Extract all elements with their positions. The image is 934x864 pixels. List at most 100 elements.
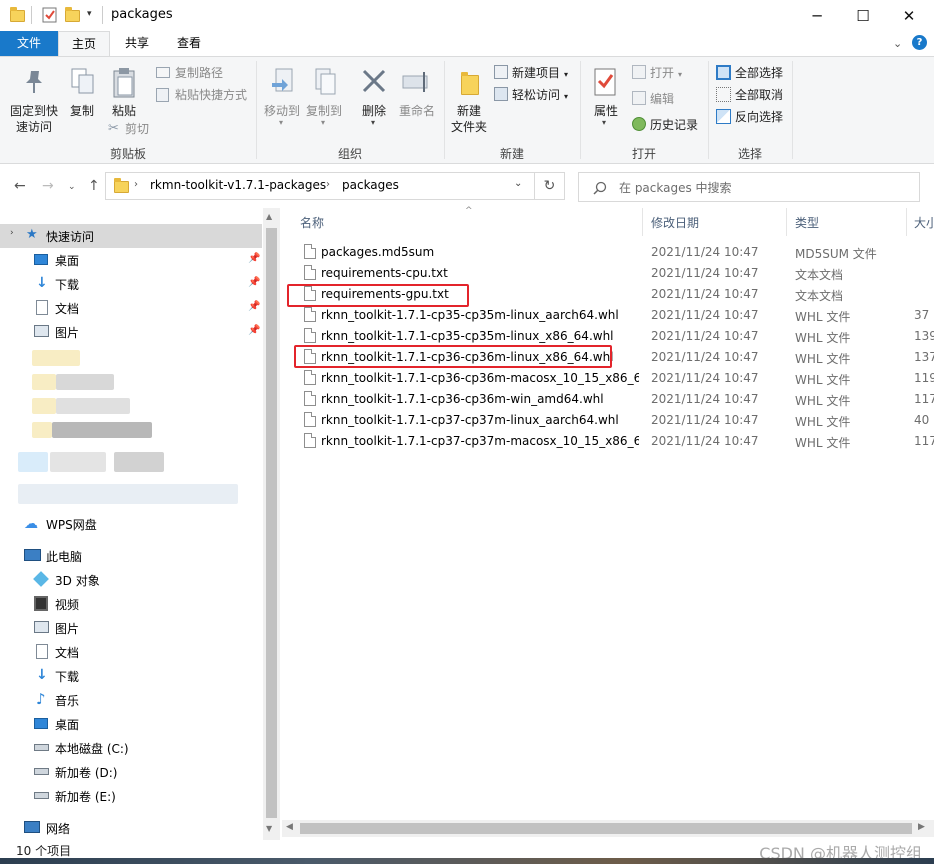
history-icon xyxy=(632,117,646,131)
sidebar-item-pictures-pc[interactable]: 图片 xyxy=(0,616,262,640)
sidebar-item-documents-pc[interactable]: 文档 xyxy=(0,640,262,664)
select-none-button[interactable]: 全部取消 xyxy=(716,87,783,103)
move-to-button[interactable]: 移动到 ▾ xyxy=(262,65,302,127)
column-header-size[interactable]: 大小 xyxy=(914,214,934,231)
file-row[interactable]: rknn_toolkit-1.7.1-cp37-cp37m-linux_aarc… xyxy=(296,410,934,431)
file-icon xyxy=(304,391,316,406)
close-button[interactable]: ✕ xyxy=(886,0,932,31)
file-icon xyxy=(304,412,316,427)
file-row[interactable]: rknn_toolkit-1.7.1-cp36-cp36m-macosx_10_… xyxy=(296,368,934,389)
easy-access-button[interactable]: 轻松访问 ▾ xyxy=(494,87,568,105)
video-icon xyxy=(34,596,48,611)
sidebar-label: 网络 xyxy=(46,822,71,836)
select-all-button[interactable]: 全部选择 xyxy=(716,65,783,81)
copy-path-button[interactable]: 复制路径 xyxy=(156,65,223,81)
minimize-button[interactable]: ─ xyxy=(794,0,840,31)
invert-selection-button[interactable]: 反向选择 xyxy=(716,109,783,125)
sidebar-item-pictures[interactable]: 图片 📌 xyxy=(0,320,262,344)
column-header-name[interactable]: 名称 xyxy=(300,214,324,231)
open-label: 打开 xyxy=(650,66,675,80)
edit-icon xyxy=(632,91,646,105)
file-name: packages.md5sum xyxy=(321,245,435,259)
file-row[interactable]: rknn_toolkit-1.7.1-cp35-cp35m-linux_aarc… xyxy=(296,305,934,326)
new-folder-button[interactable]: 新建 文件夹 xyxy=(448,65,490,137)
sidebar-item-downloads-pc[interactable]: ↓ 下载 xyxy=(0,664,262,688)
tab-share[interactable]: 共享 xyxy=(114,31,160,56)
file-icon xyxy=(304,370,316,385)
group-label-organize: 组织 xyxy=(337,147,362,161)
breadcrumb-item[interactable]: packages xyxy=(342,178,399,192)
recent-locations-icon[interactable]: ⌄ xyxy=(68,182,76,192)
delete-x-icon xyxy=(362,69,386,93)
properties-button[interactable]: 属性 ▾ xyxy=(586,65,626,131)
new-item-button[interactable]: 新建项目 ▾ xyxy=(494,65,568,83)
tab-view[interactable]: 查看 xyxy=(166,31,212,56)
search-input[interactable]: 在 packages 中搜索 xyxy=(578,172,920,202)
help-icon[interactable]: ? xyxy=(912,35,927,50)
sidebar-item-3d-objects[interactable]: 3D 对象 xyxy=(0,568,262,592)
sidebar-item-network[interactable]: 网络 xyxy=(0,816,262,840)
copy-button[interactable]: 复制 xyxy=(64,65,100,125)
history-button[interactable]: 历史记录 xyxy=(632,117,698,133)
cut-button[interactable]: ✂ 剪切 xyxy=(108,121,149,137)
search-placeholder: 在 packages 中搜索 xyxy=(619,181,732,195)
scroll-left-icon[interactable]: ◀ xyxy=(286,822,293,832)
breadcrumb-item[interactable]: rkmn-toolkit-v1.7.1-packages xyxy=(150,178,326,192)
sidebar-item-documents[interactable]: 文档 📌 xyxy=(0,296,262,320)
file-row[interactable]: packages.md5sum 2021/11/24 10:47 MD5SUM 文件 xyxy=(296,242,934,263)
sidebar-item-videos[interactable]: 视频 xyxy=(0,592,262,616)
sidebar-item-desktop[interactable]: 桌面 📌 xyxy=(0,248,262,272)
open-button[interactable]: 打开 ▾ xyxy=(632,65,682,83)
sidebar-item-music[interactable]: ♪ 音乐 xyxy=(0,688,262,712)
up-arrow-icon[interactable]: ↑ xyxy=(88,178,100,194)
file-row[interactable]: rknn_toolkit-1.7.1-cp36-cp36m-win_amd64.… xyxy=(296,389,934,410)
file-date: 2021/11/24 10:47 xyxy=(651,245,759,259)
computer-icon xyxy=(24,549,41,561)
scroll-right-icon[interactable]: ▶ xyxy=(918,822,925,832)
tab-file[interactable]: 文件 xyxy=(0,31,58,56)
sidebar-item-drive-d[interactable]: 新加卷 (D:) xyxy=(0,760,262,784)
back-arrow-icon[interactable]: ← xyxy=(14,178,26,194)
scroll-up-icon[interactable]: ▲ xyxy=(266,212,272,221)
group-label-clipboard: 剪贴板 xyxy=(109,147,146,161)
sidebar-item-drive-e[interactable]: 新加卷 (E:) xyxy=(0,784,262,808)
file-list-hscroll-thumb[interactable] xyxy=(300,823,912,834)
sidebar-item-wps[interactable]: ☁ WPS网盘 xyxy=(0,512,262,536)
sidebar-item-this-pc[interactable]: 此电脑 xyxy=(0,544,262,568)
sidebar-label: 此电脑 xyxy=(46,550,83,564)
edit-button[interactable]: 编辑 xyxy=(632,91,674,107)
copy-to-button[interactable]: 复制到 ▾ xyxy=(304,65,344,127)
sidebar-item-downloads[interactable]: ↓ 下载 📌 xyxy=(0,272,262,296)
sidebar-item-quick-access[interactable]: › ★ 快速访问 xyxy=(0,224,262,248)
qat-dropdown-icon[interactable]: ▾ xyxy=(87,9,92,19)
column-header-type[interactable]: 类型 xyxy=(795,214,819,231)
file-row[interactable]: rknn_toolkit-1.7.1-cp35-cp35m-linux_x86_… xyxy=(296,326,934,347)
tab-home[interactable]: 主页 xyxy=(58,31,110,57)
pin-quick-access-button[interactable]: 固定到快 速访问 xyxy=(6,65,62,139)
address-bar[interactable]: › rkmn-toolkit-v1.7.1-packages › package… xyxy=(105,172,535,200)
file-row[interactable]: rknn_toolkit-1.7.1-cp37-cp37m-macosx_10_… xyxy=(296,431,934,452)
sidebar-item-desktop-pc[interactable]: 桌面 xyxy=(0,712,262,736)
sidebar-label: 视频 xyxy=(55,598,80,612)
column-header-date[interactable]: 修改日期 xyxy=(651,214,699,231)
ribbon-collapse-icon[interactable]: ⌄ xyxy=(893,37,902,50)
sidebar-scroll-thumb[interactable] xyxy=(266,228,277,818)
address-dropdown-icon[interactable]: ⌄ xyxy=(514,178,522,189)
refresh-icon[interactable]: ↻ xyxy=(535,172,565,200)
paste-shortcut-button[interactable]: 粘贴快捷方式 xyxy=(156,87,247,103)
forward-arrow-icon[interactable]: → xyxy=(42,178,54,194)
paste-button[interactable]: 粘贴 xyxy=(104,65,144,125)
rename-button[interactable]: 重命名 xyxy=(396,65,438,127)
new-folder-qat-icon[interactable] xyxy=(65,7,81,23)
file-row[interactable]: requirements-cpu.txt 2021/11/24 10:47 文本文档 xyxy=(296,263,934,284)
scroll-down-icon[interactable]: ▼ xyxy=(266,824,272,833)
maximize-button[interactable]: ☐ xyxy=(840,0,886,31)
file-name: rknn_toolkit-1.7.1-cp36-cp36m-win_amd64.… xyxy=(321,392,604,406)
delete-button[interactable]: 删除 ▾ xyxy=(354,65,394,127)
pin-icon: 📌 xyxy=(248,301,261,312)
properties-qat-icon[interactable] xyxy=(42,7,58,23)
file-name: rknn_toolkit-1.7.1-cp37-cp37m-linux_aarc… xyxy=(321,413,619,427)
select-none-label: 全部取消 xyxy=(735,88,784,102)
file-type: WHL 文件 xyxy=(795,352,851,366)
sidebar-item-drive-c[interactable]: 本地磁盘 (C:) xyxy=(0,736,262,760)
